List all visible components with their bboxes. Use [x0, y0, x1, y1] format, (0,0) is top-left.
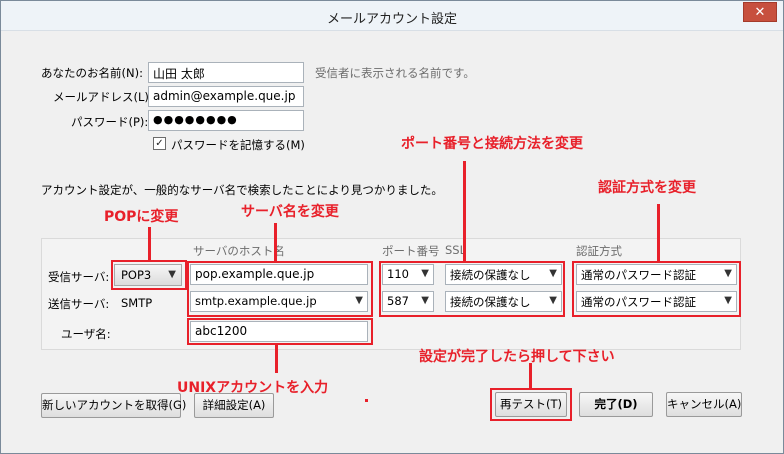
password-label: パスワード(P): [71, 115, 149, 129]
username-label: ユーザ名: [61, 327, 111, 341]
auth-connector-line [657, 204, 660, 261]
retest-annotation: 設定が完了したら押して下さい [419, 349, 615, 365]
mail-account-dialog: メールアカウント設定 ✕ あなたのお名前(N): 山田 太郎 受信者に表示される… [0, 0, 784, 454]
port-annotation: ポート番号と接続方法を変更 [401, 136, 583, 152]
name-hint: 受信者に表示される名前です。 [315, 66, 475, 80]
remember-password-label: パスワードを記憶する(M) [171, 138, 305, 152]
close-button[interactable]: ✕ [743, 2, 777, 22]
name-input[interactable]: 山田 太郎 [148, 62, 304, 83]
username-highlight-box [187, 318, 373, 345]
unix-connector-line [275, 345, 278, 373]
window-title: メールアカウント設定 [326, 12, 457, 27]
new-account-button[interactable]: 新しいアカウントを取得(G) [41, 393, 186, 418]
name-label: あなたのお名前(N): [41, 66, 143, 80]
incoming-server-label: 受信サーバ: [48, 270, 110, 284]
auth-annotation: 認証方式を変更 [598, 180, 696, 196]
server-connector-line [274, 223, 277, 261]
column-header-port: ポート番号 [382, 244, 440, 258]
annotation-dot [365, 399, 368, 402]
server-highlight-box [187, 261, 373, 317]
title-bar: メールアカウント設定 ✕ [1, 1, 783, 31]
unix-annotation: UNIXアカウントを入力 [177, 380, 329, 396]
outgoing-protocol: SMTP [121, 296, 153, 310]
pop-annotation: POPに変更 [104, 209, 179, 225]
email-label: メールアドレス(L): [53, 90, 153, 104]
column-header-auth: 認証方式 [576, 244, 622, 258]
pop-highlight-box [111, 260, 187, 290]
cancel-button[interactable]: キャンセル(A) [666, 392, 742, 417]
server-annotation: サーバ名を変更 [241, 204, 339, 220]
port-highlight-box [379, 261, 565, 317]
remember-password-checkbox[interactable]: ✓ [153, 137, 166, 150]
auth-highlight-box [572, 261, 741, 317]
column-header-hostname: サーバのホスト名 [193, 244, 285, 258]
password-input[interactable]: ●●●●●●●● [148, 110, 304, 131]
pop-connector-line [148, 227, 151, 261]
done-button[interactable]: 完了(D) [579, 392, 653, 417]
retest-connector-line [529, 363, 532, 388]
status-text: アカウント設定が、一般的なサーバ名で検索したことにより見つかりました。 [41, 183, 443, 197]
retest-highlight-box [490, 388, 572, 421]
outgoing-server-label: 送信サーバ: [48, 297, 110, 311]
port-connector-line [463, 161, 466, 261]
email-input[interactable]: admin@example.que.jp [148, 86, 304, 107]
